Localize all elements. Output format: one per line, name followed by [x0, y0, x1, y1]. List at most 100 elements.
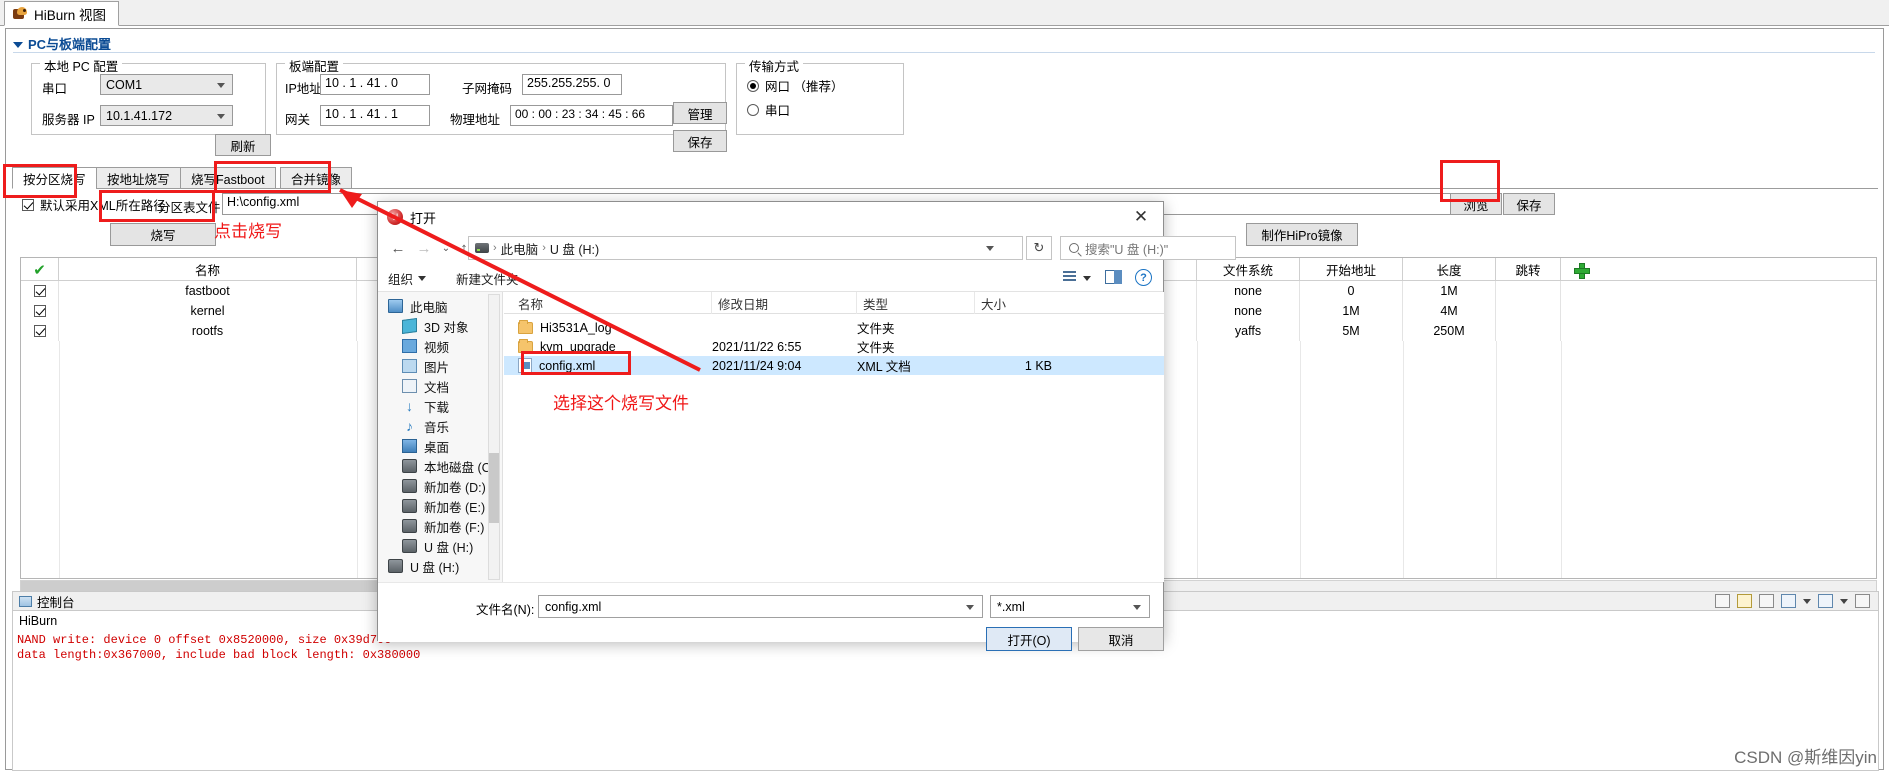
manage-button[interactable]: 管理 [673, 102, 727, 124]
clear-log-icon[interactable] [1759, 594, 1774, 608]
tab-burn-by-address[interactable]: 按地址烧写 [96, 167, 181, 189]
row-actions[interactable] [1561, 321, 1601, 341]
open-button[interactable]: 打开(O) [986, 627, 1072, 651]
breadcrumb-item-1[interactable]: U 盘 (H:) [550, 239, 599, 258]
sidebar-item-desktop[interactable]: 桌面 [378, 436, 502, 456]
list-item[interactable]: kvm_upgrade 2021/11/22 6:55 文件夹 [504, 337, 1164, 356]
list-item[interactable]: Hi3531A_log 文件夹 [504, 318, 1164, 337]
row-checkbox[interactable] [21, 301, 59, 321]
settings-log-icon[interactable] [1818, 594, 1833, 608]
column-name[interactable]: 名称 [512, 292, 712, 314]
filter-log-icon[interactable] [1781, 594, 1796, 608]
cancel-button[interactable]: 取消 [1078, 627, 1164, 651]
save-partition-button[interactable]: 保存 [1503, 193, 1555, 215]
console-toolbar[interactable] [1715, 594, 1870, 608]
header-length[interactable]: 长度 [1403, 258, 1496, 281]
column-type[interactable]: 类型 [857, 292, 975, 314]
open-file-dialog[interactable]: 打开 ✕ ← → ⌄ ↑ › 此电脑 › U 盘 (H:) ↻ 搜索"U 盘 [377, 201, 1236, 651]
column-date-modified[interactable]: 修改日期 [712, 292, 857, 314]
default-xml-path-checkbox[interactable]: 默认采用XML所在路径 [22, 195, 166, 214]
file-list[interactable]: Hi3531A_log 文件夹 kvm_upgrade 2021/11/22 6… [504, 314, 1164, 582]
gateway-input[interactable]: 10 . 1 . 41 . 1 [320, 105, 430, 126]
chevron-down-icon[interactable] [1083, 276, 1091, 281]
list-item[interactable]: config.xml 2021/11/24 9:04 XML 文档 1 KB [504, 356, 1164, 375]
save-board-button[interactable]: 保存 [673, 130, 727, 152]
new-folder-button[interactable]: 新建文件夹 [456, 268, 519, 288]
sidebar-item-3d-objects[interactable]: 3D 对象 [378, 316, 502, 336]
make-hipro-image-button[interactable]: 制作HiPro镜像 [1246, 223, 1358, 246]
refresh-icon[interactable]: ↻ [1026, 236, 1052, 260]
column-size[interactable]: 大小 [975, 292, 1085, 314]
chevron-down-icon[interactable] [1840, 598, 1848, 604]
ip-address-input[interactable]: 10 . 1 . 41 . 0 [320, 74, 430, 95]
address-bar[interactable]: › 此电脑 › U 盘 (H:) [468, 236, 1023, 260]
filetype-select[interactable]: *.xml [990, 595, 1150, 618]
header-filesystem[interactable]: 文件系统 [1197, 258, 1300, 281]
serial-port-select[interactable]: COM1 [100, 74, 233, 95]
close-icon[interactable]: ✕ [1119, 202, 1163, 232]
sidebar-item-local-disk-c[interactable]: 本地磁盘 (C:) [378, 456, 502, 476]
search-input[interactable]: 搜索"U 盘 (H:)" [1060, 236, 1236, 260]
row-start-address-value: 0 [1347, 284, 1355, 298]
sidebar-item-volume-d[interactable]: 新加卷 (D:) [378, 476, 502, 496]
chevron-down-icon[interactable] [1803, 598, 1811, 604]
tab-burn-fastboot[interactable]: 烧写Fastboot [180, 167, 276, 189]
sidebar-item-volume-f[interactable]: 新加卷 (F:) [378, 516, 502, 536]
filename-input[interactable]: config.xml [538, 595, 983, 618]
row-checkbox[interactable] [21, 321, 59, 341]
browse-button[interactable]: 浏览 [1450, 193, 1502, 215]
xml-file-icon [518, 358, 532, 373]
scrollbar-thumb[interactable] [489, 453, 499, 523]
tab-merge-image[interactable]: 合并镜像 [280, 167, 353, 189]
pc-board-config-header[interactable]: PC与板端配置 [13, 35, 1875, 53]
header-add-row[interactable] [1561, 258, 1601, 281]
refresh-button[interactable]: 刷新 [215, 134, 271, 156]
checkbox-icon-checked [33, 305, 46, 317]
sidebar-item-label: 图片 [424, 360, 450, 375]
burn-button[interactable]: 烧写 [110, 223, 216, 246]
sidebar-scrollbar[interactable] [488, 294, 500, 580]
header-select-all[interactable]: ✔ [21, 258, 59, 281]
sidebar-item-pictures[interactable]: 图片 [378, 356, 502, 376]
plus-icon[interactable] [1574, 262, 1590, 279]
chevron-down-icon[interactable] [13, 41, 23, 48]
chevron-down-icon[interactable] [966, 605, 974, 610]
search-placeholder: 搜索"U 盘 (H:)" [1085, 242, 1169, 257]
header-jump[interactable]: 跳转 [1496, 258, 1561, 281]
radio-net-port[interactable]: 网口 （推荐） [747, 76, 843, 95]
back-button[interactable]: ← [386, 236, 410, 260]
mac-address-input[interactable]: 00 : 00 : 23 : 34 : 45 : 66 [510, 105, 673, 126]
chevron-down-icon[interactable] [986, 246, 994, 251]
server-ip-select[interactable]: 10.1.41.172 [100, 105, 233, 126]
sidebar-item-usb-h[interactable]: U 盘 (H:) [378, 536, 502, 556]
dialog-footer: 文件名(N): config.xml *.xml 打开(O) 取消 [378, 582, 1164, 651]
help-icon[interactable]: ? [1135, 269, 1152, 286]
sidebar-item-videos[interactable]: 视频 [378, 336, 502, 356]
breadcrumb-item-0[interactable]: 此电脑 [501, 239, 539, 258]
view-mode-icon[interactable] [1063, 269, 1083, 287]
sidebar-item-volume-e[interactable]: 新加卷 (E:) [378, 496, 502, 516]
chevron-down-icon[interactable] [1133, 605, 1141, 610]
sidebar-item-downloads[interactable]: ↓ 下载 [378, 396, 502, 416]
sidebar-item-documents[interactable]: 文档 [378, 376, 502, 396]
sidebar-item-label: 此电脑 [410, 300, 448, 315]
row-actions[interactable] [1561, 301, 1601, 321]
mac-address-value: 00 : 00 : 23 : 34 : 45 : 66 [515, 107, 646, 121]
header-name[interactable]: 名称 [59, 258, 357, 281]
row-actions[interactable] [1561, 281, 1601, 301]
dialog-sidebar[interactable]: 此电脑 3D 对象 视频 图片 文档 ↓ 下载 ♪ 音乐 桌面 本地磁盘 (C:… [378, 292, 503, 582]
save-log-icon[interactable] [1715, 594, 1730, 608]
open-log-icon[interactable] [1737, 594, 1752, 608]
tab-hiburn-view[interactable]: HiBurn 视图 [4, 1, 120, 26]
row-checkbox[interactable] [21, 281, 59, 301]
sidebar-item-music[interactable]: ♪ 音乐 [378, 416, 502, 436]
tab-burn-by-partition[interactable]: 按分区烧写 [12, 167, 97, 189]
header-start-address[interactable]: 开始地址 [1300, 258, 1403, 281]
sidebar-item-usb-h-root[interactable]: U 盘 (H:) [378, 556, 502, 576]
radio-serial-port[interactable]: 串口 [747, 100, 790, 119]
organize-button[interactable]: 组织 [388, 268, 427, 288]
subnet-mask-input[interactable]: 255.255.255. 0 [522, 74, 622, 95]
close-console-icon[interactable] [1855, 594, 1870, 608]
preview-pane-icon[interactable] [1105, 269, 1125, 287]
sidebar-item-this-pc[interactable]: 此电脑 [378, 296, 502, 316]
